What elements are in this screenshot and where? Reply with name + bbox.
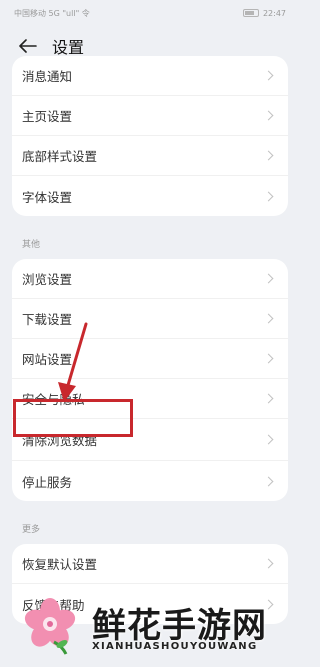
chevron-right-icon — [263, 476, 274, 486]
chevron-right-icon — [263, 273, 274, 284]
chevron-right-icon — [263, 353, 274, 364]
settings-item-label: 下载设置 — [22, 312, 73, 327]
settings-group-general: 消息通知 主页设置 底部样式设置 字体设置 — [12, 56, 288, 216]
chevron-right-icon — [263, 558, 274, 569]
settings-item-label: 网站设置 — [22, 352, 73, 367]
settings-item-bottom-style[interactable]: 底部样式设置 — [12, 136, 288, 176]
status-right: 22:47 — [242, 8, 286, 18]
settings-item-label: 字体设置 — [22, 189, 73, 205]
page-title: 设置 — [52, 38, 85, 57]
chevron-right-icon — [263, 110, 274, 121]
watermark-title: 鲜花手游网 — [92, 606, 267, 646]
settings-item-font-settings[interactable]: 字体设置 — [12, 176, 288, 216]
watermark: 鲜花手游网 XIANHUASHOUYOUWANG — [0, 590, 300, 667]
status-bar: 中国移动 5G "ull" 令 22:47 — [0, 0, 300, 26]
battery-icon — [242, 9, 259, 17]
settings-item-label: 停止服务 — [22, 474, 73, 490]
settings-item-stop-service[interactable]: 停止服务 — [12, 461, 288, 501]
settings-item-message-notification[interactable]: 消息通知 — [12, 56, 288, 96]
chevron-right-icon — [263, 191, 274, 201]
settings-item-home-settings[interactable]: 主页设置 — [12, 96, 288, 136]
chevron-right-icon — [263, 70, 274, 81]
settings-item-label: 底部样式设置 — [22, 149, 98, 164]
status-carrier: 中国移动 5G "ull" 令 — [14, 8, 90, 18]
settings-item-download-settings[interactable]: 下载设置 — [12, 299, 288, 339]
status-time: 22:47 — [262, 8, 286, 18]
settings-item-label: 消息通知 — [22, 69, 73, 84]
settings-item-label: 主页设置 — [22, 109, 73, 124]
chevron-right-icon — [263, 313, 274, 324]
chevron-right-icon — [263, 393, 274, 404]
settings-item-label: 恢复默认设置 — [22, 557, 98, 572]
chevron-right-icon — [263, 150, 274, 161]
back-arrow-icon[interactable] — [18, 36, 38, 56]
settings-item-browse-settings[interactable]: 浏览设置 — [12, 259, 288, 299]
section-label-more: 更多 — [22, 525, 41, 535]
settings-item-restore-defaults[interactable]: 恢复默认设置 — [12, 544, 288, 584]
settings-item-label: 浏览设置 — [22, 272, 73, 287]
highlight-box — [13, 399, 133, 437]
settings-group-other: 浏览设置 下载设置 网站设置 安全与隐私 清除浏览数据 停止服务 — [12, 259, 288, 501]
flower-logo-icon — [24, 598, 76, 655]
watermark-subtitle: XIANHUASHOUYOUWANG — [92, 641, 258, 652]
chevron-right-icon — [263, 434, 274, 445]
section-label-other: 其他 — [22, 240, 41, 250]
settings-item-site-settings[interactable]: 网站设置 — [12, 339, 288, 379]
